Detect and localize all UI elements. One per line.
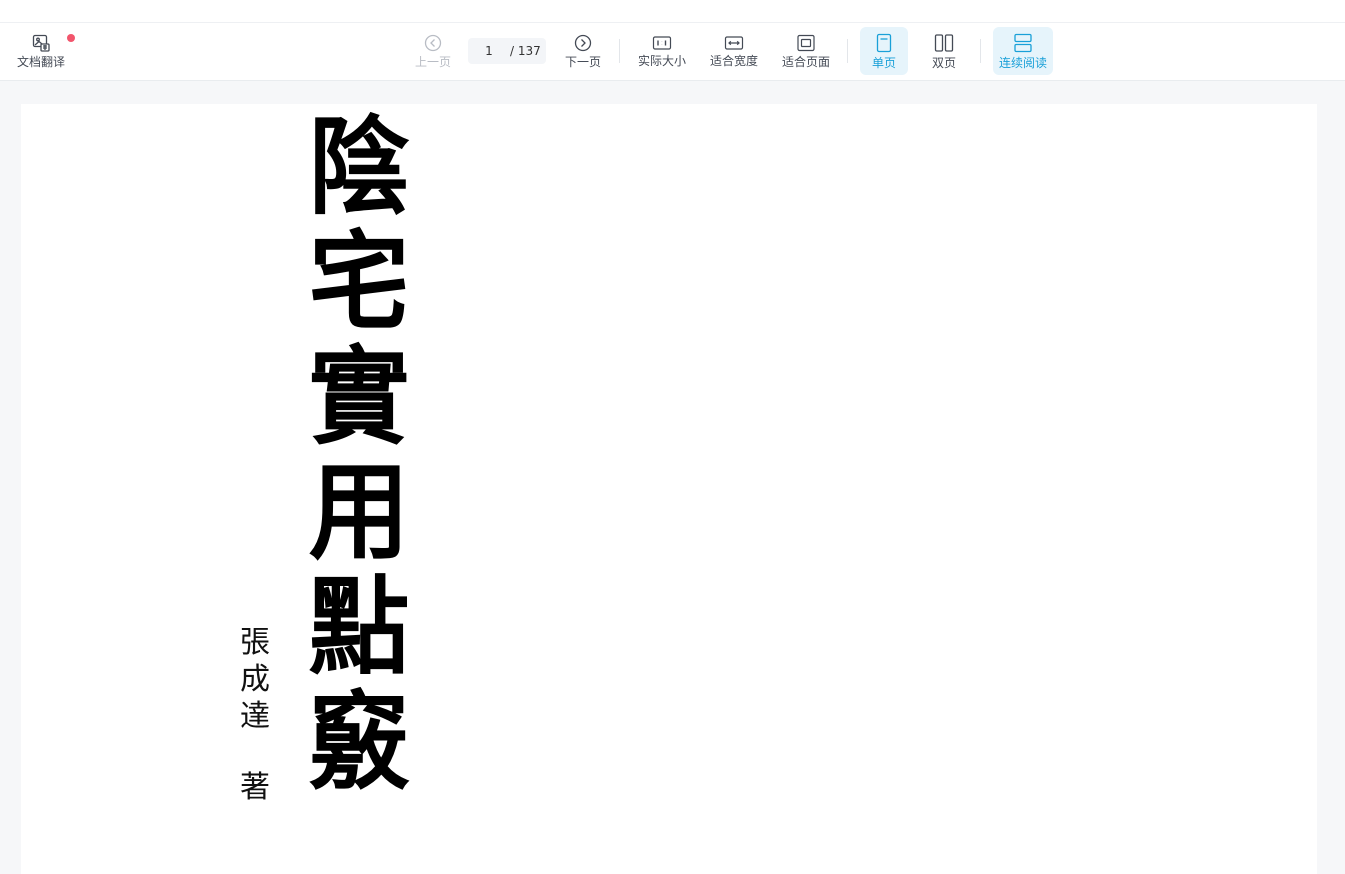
- next-page-label: 下一页: [564, 54, 601, 69]
- title-char: 宅: [308, 219, 410, 344]
- double-page-button[interactable]: 双页: [920, 27, 968, 75]
- fit-width-label: 适合宽度: [709, 53, 758, 68]
- next-page-button[interactable]: 下一页: [556, 27, 610, 75]
- chevron-left-circle-icon: [424, 34, 442, 52]
- author-suffix: 著: [240, 770, 270, 805]
- fit-width-icon: [724, 35, 744, 51]
- document-viewer[interactable]: 陰 宅 實 用 點 竅 張 成 達 著: [0, 81, 1345, 874]
- title-char: 點: [308, 564, 410, 689]
- book-author: 張 成 達 著: [235, 624, 275, 806]
- notification-badge: [67, 34, 75, 42]
- author-char: 成: [240, 662, 270, 697]
- reader-toolbar: 文档翻译 上一页 1 / 137 下一页 实际大小 适合宽度 适合页面 单页 双…: [0, 23, 1345, 81]
- image-translate-icon: [32, 34, 50, 52]
- fit-page-label: 适合页面: [781, 54, 830, 69]
- document-translate-label: 文档翻译: [16, 54, 65, 69]
- double-page-label: 双页: [931, 55, 956, 70]
- continuous-read-icon: [1013, 33, 1033, 53]
- single-page-button[interactable]: 单页: [860, 27, 908, 75]
- actual-size-label: 实际大小: [637, 53, 686, 68]
- document-page: 陰 宅 實 用 點 竅 張 成 達 著: [21, 104, 1317, 874]
- chevron-right-circle-icon: [574, 34, 592, 52]
- window-top-strip: [0, 0, 1345, 23]
- page-total: / 137: [510, 44, 541, 58]
- book-title: 陰 宅 實 用 點 竅: [289, 109, 429, 799]
- author-char: 達: [240, 699, 270, 734]
- title-char: 竅: [308, 679, 410, 804]
- author-char: 張: [240, 625, 270, 660]
- document-translate-button[interactable]: 文档翻译: [10, 27, 75, 75]
- prev-page-label: 上一页: [414, 54, 451, 69]
- page-indicator: 1 / 137: [468, 38, 546, 64]
- single-page-icon: [876, 33, 892, 53]
- page-number-input[interactable]: 1: [468, 44, 510, 58]
- single-page-label: 单页: [871, 55, 896, 70]
- fit-page-button[interactable]: 适合页面: [775, 27, 837, 75]
- fit-width-button[interactable]: 适合宽度: [703, 27, 765, 75]
- toolbar-divider: [847, 39, 848, 63]
- double-page-icon: [934, 33, 954, 53]
- fit-page-icon: [796, 34, 816, 52]
- continuous-read-label: 连续阅读: [998, 55, 1047, 70]
- actual-size-button[interactable]: 实际大小: [631, 27, 693, 75]
- actual-size-icon: [652, 35, 672, 51]
- prev-page-button[interactable]: 上一页: [406, 27, 460, 75]
- title-char: 用: [308, 449, 410, 574]
- title-char: 陰: [308, 104, 410, 229]
- title-char: 實: [308, 334, 410, 459]
- toolbar-divider: [980, 39, 981, 63]
- continuous-read-button[interactable]: 连续阅读: [993, 27, 1053, 75]
- toolbar-divider: [619, 39, 620, 63]
